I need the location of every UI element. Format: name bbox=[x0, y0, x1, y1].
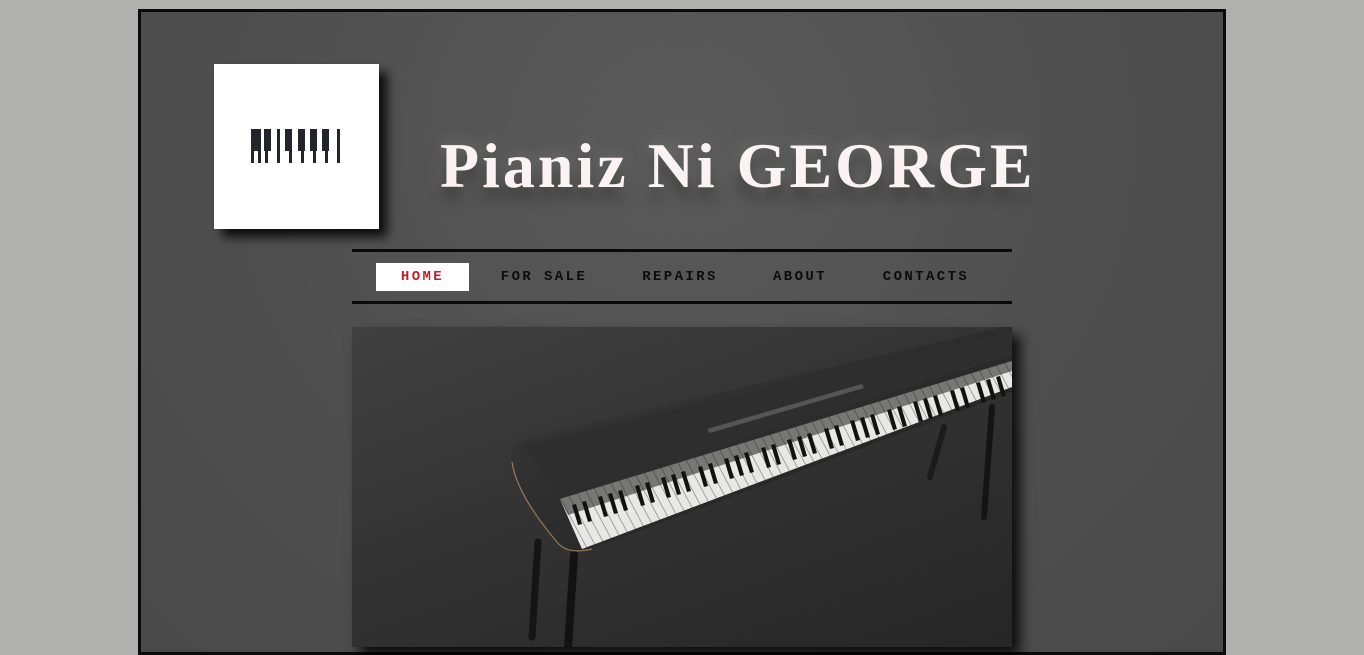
site-logo[interactable] bbox=[214, 64, 379, 229]
hero-image bbox=[352, 327, 1012, 647]
nav-about[interactable]: ABOUT bbox=[764, 263, 836, 291]
nav-for-sale[interactable]: FOR SALE bbox=[492, 263, 596, 291]
piano-keys-icon bbox=[251, 129, 340, 163]
main-nav: HOME FOR SALE REPAIRS ABOUT CONTACTS bbox=[352, 249, 1012, 304]
nav-repairs[interactable]: REPAIRS bbox=[630, 263, 730, 291]
nav-home[interactable]: HOME bbox=[376, 263, 469, 291]
nav-contacts[interactable]: CONTACTS bbox=[874, 263, 978, 291]
digital-piano-photo bbox=[511, 327, 1012, 647]
site-title: Pianiz Ni GEORGE bbox=[440, 130, 1036, 201]
